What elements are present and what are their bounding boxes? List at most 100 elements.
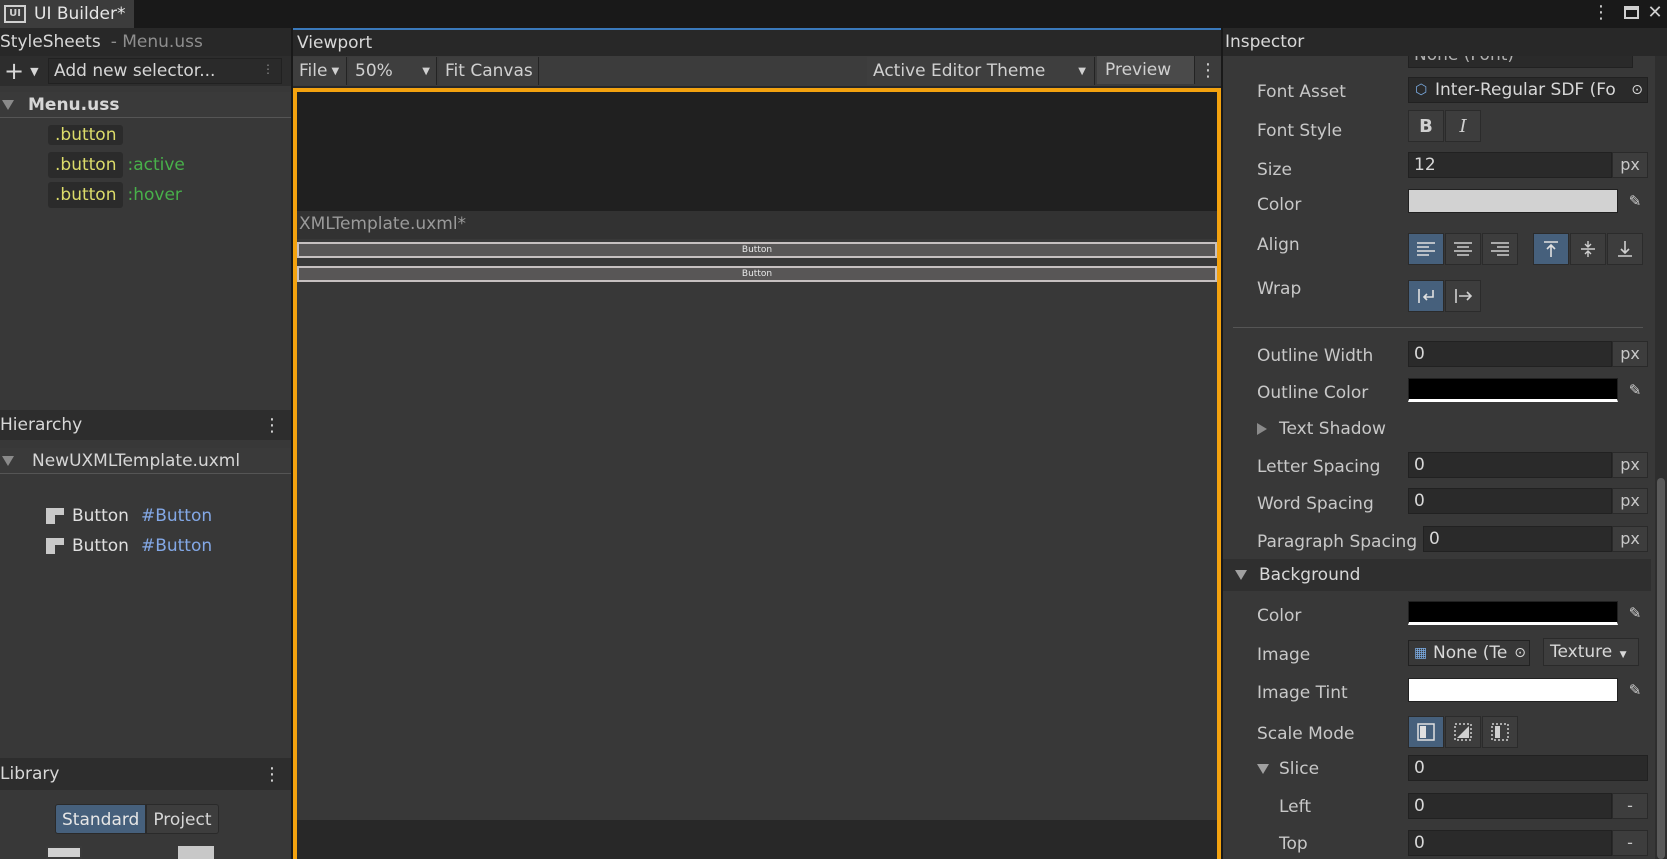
selector-pseudo: :active xyxy=(127,155,185,175)
italic-toggle[interactable]: I xyxy=(1445,110,1481,142)
document-title: XMLTemplate.uxml* xyxy=(299,214,467,234)
selector-row[interactable]: .button :active xyxy=(48,152,185,178)
library-element-icon[interactable] xyxy=(178,846,214,859)
slice-left-minus[interactable]: - xyxy=(1612,793,1648,819)
slice-foldout[interactable]: Slice xyxy=(1257,759,1319,779)
align-left-icon xyxy=(1417,242,1435,256)
size-field[interactable]: 12 xyxy=(1408,152,1612,178)
stylesheets-subtitle: - Menu.uss xyxy=(110,32,203,52)
theme-dropdown[interactable]: Active Editor Theme ▼ xyxy=(867,57,1095,85)
library-element-icon[interactable] xyxy=(46,846,82,859)
scale-stretch-toggle[interactable] xyxy=(1408,716,1444,748)
slice-top-minus[interactable]: - xyxy=(1612,830,1648,856)
align-bottom-toggle[interactable] xyxy=(1607,233,1643,265)
image-label: Image xyxy=(1257,645,1311,665)
slice-top-field[interactable]: 0 xyxy=(1408,830,1612,856)
font-field[interactable]: None (Font) xyxy=(1408,56,1633,68)
bold-icon: B xyxy=(1419,115,1433,137)
maximize-icon[interactable] xyxy=(1620,2,1642,19)
scale-stretch-icon xyxy=(1417,723,1435,741)
bold-toggle[interactable]: B xyxy=(1408,110,1444,142)
paragraph-spacing-unit[interactable]: px xyxy=(1612,526,1648,552)
object-picker-icon[interactable]: ⊙ xyxy=(1631,78,1643,102)
image-type-dropdown[interactable]: Texture ▼ xyxy=(1543,638,1639,666)
align-middle-toggle[interactable] xyxy=(1570,233,1606,265)
wrap-toggle[interactable] xyxy=(1408,280,1444,312)
hierarchy-item[interactable]: Button #Button xyxy=(46,506,212,526)
library-title: Library xyxy=(0,764,60,784)
align-right-toggle[interactable] xyxy=(1482,233,1518,265)
selector-row[interactable]: .button xyxy=(48,122,124,148)
scale-crop-toggle[interactable] xyxy=(1482,716,1518,748)
canvas-button[interactable]: Button xyxy=(297,242,1217,258)
selector-options-icon[interactable]: ⋮ xyxy=(262,62,274,76)
canvas[interactable]: XMLTemplate.uxml* Button Button xyxy=(293,88,1221,859)
letter-spacing-field[interactable]: 0 xyxy=(1408,452,1612,478)
size-unit[interactable]: px xyxy=(1612,152,1648,178)
word-spacing-field[interactable]: 0 xyxy=(1408,488,1612,514)
align-right-icon xyxy=(1491,242,1509,256)
add-stylesheet-button[interactable]: + ▼ xyxy=(2,57,42,85)
eyedropper-icon[interactable]: ✎ xyxy=(1623,678,1647,702)
window-tab[interactable]: UI UI Builder* xyxy=(0,0,134,28)
align-center-toggle[interactable] xyxy=(1445,233,1481,265)
align-top-icon xyxy=(1544,241,1558,257)
left-panel: StyleSheets - Menu.uss + ▼ Add new selec… xyxy=(0,28,291,859)
library-menu-icon[interactable]: ⋮ xyxy=(263,764,281,785)
tab-standard[interactable]: Standard xyxy=(55,804,147,834)
inspector-scrollbar-thumb[interactable] xyxy=(1657,478,1665,859)
expand-icon xyxy=(1235,570,1247,580)
eyedropper-icon[interactable]: ✎ xyxy=(1623,601,1647,625)
outline-color-field[interactable] xyxy=(1408,378,1618,402)
slice-left-field[interactable]: 0 xyxy=(1408,793,1612,819)
paragraph-spacing-field[interactable]: 0 xyxy=(1423,526,1612,552)
canvas-button[interactable]: Button xyxy=(297,266,1217,282)
preview-button[interactable]: Preview xyxy=(1097,56,1195,84)
image-tint-field[interactable] xyxy=(1408,678,1618,702)
eyedropper-icon[interactable]: ✎ xyxy=(1623,189,1647,213)
word-spacing-unit[interactable]: px xyxy=(1612,488,1648,514)
hierarchy-item-name: #Button xyxy=(140,506,213,526)
outline-width-field[interactable]: 0 xyxy=(1408,341,1612,367)
selector-row[interactable]: .button :hover xyxy=(48,182,182,208)
add-selector-input[interactable]: Add new selector... xyxy=(48,58,282,84)
inspector-scrollbar[interactable] xyxy=(1655,56,1667,859)
file-menu-button[interactable]: File ▼ xyxy=(293,57,347,85)
outline-width-unit[interactable]: px xyxy=(1612,341,1648,367)
wrap-icon xyxy=(1418,289,1434,303)
eyedropper-icon[interactable]: ✎ xyxy=(1623,378,1647,402)
slice-label: Slice xyxy=(1279,759,1320,779)
object-picker-icon[interactable]: ⊙ xyxy=(1514,641,1526,665)
font-asset-field[interactable]: ⬡ Inter-Regular SDF (Fo ⊙ xyxy=(1408,77,1648,103)
background-section-title: Background xyxy=(1259,565,1361,585)
align-top-toggle[interactable] xyxy=(1533,233,1569,265)
slice-field[interactable]: 0 xyxy=(1408,755,1648,781)
letter-spacing-unit[interactable]: px xyxy=(1612,452,1648,478)
fit-canvas-button[interactable]: Fit Canvas xyxy=(439,57,539,85)
hierarchy-menu-icon[interactable]: ⋮ xyxy=(263,415,281,436)
color-field[interactable] xyxy=(1408,189,1618,213)
selector-name: .button xyxy=(48,125,124,145)
image-field[interactable]: ▦ None (Te ⊙ xyxy=(1408,640,1530,666)
hierarchy-root-row[interactable]: NewUXMLTemplate.uxml xyxy=(0,448,291,474)
no-wrap-toggle[interactable] xyxy=(1445,280,1481,312)
hierarchy-item-name: #Button xyxy=(140,536,213,556)
scale-fit-toggle[interactable] xyxy=(1445,716,1481,748)
library-header: Library ⋮ xyxy=(0,758,291,790)
viewport-menu-icon[interactable]: ⋮ xyxy=(1199,60,1217,81)
hierarchy-item[interactable]: Button #Button xyxy=(46,536,212,556)
align-left-toggle[interactable] xyxy=(1408,233,1444,265)
slice-left-label: Left xyxy=(1279,797,1311,817)
tab-project[interactable]: Project xyxy=(146,804,219,834)
background-section-header[interactable]: Background xyxy=(1223,559,1651,591)
hierarchy-item-type: Button xyxy=(72,506,129,526)
background-color-field[interactable] xyxy=(1408,601,1618,625)
viewport-toolbar: File ▼ 50% ▼ Fit Canvas Active Editor Th… xyxy=(293,56,1221,86)
kebab-menu-icon[interactable]: ⋮ xyxy=(1590,2,1612,23)
stylesheet-file-row[interactable]: Menu.uss xyxy=(0,92,291,118)
zoom-dropdown[interactable]: 50% ▼ xyxy=(349,57,437,85)
text-shadow-foldout[interactable]: Text Shadow xyxy=(1257,419,1386,439)
viewport-header: Viewport xyxy=(293,28,1221,56)
close-icon[interactable]: ✕ xyxy=(1644,2,1666,23)
zoom-value: 50% xyxy=(355,61,393,81)
